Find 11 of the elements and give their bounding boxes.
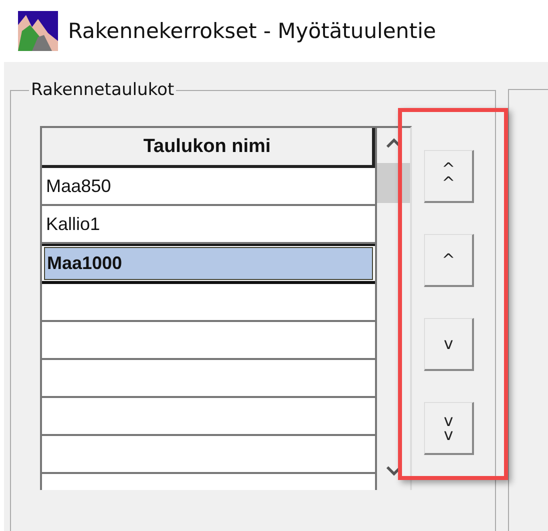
mountain-road-icon bbox=[18, 11, 58, 51]
group-title: Rakennetaulukot bbox=[30, 80, 176, 100]
move-button[interactable]: v v bbox=[424, 402, 474, 455]
move-button[interactable]: v bbox=[424, 318, 474, 371]
table-row[interactable]: Kallio1 bbox=[42, 214, 100, 234]
table-row[interactable]: Maa850 bbox=[42, 176, 112, 196]
move-button[interactable]: ^ bbox=[424, 234, 474, 287]
window-title: Rakennekerrokset - Myötätuulentie bbox=[68, 19, 436, 43]
table-row[interactable]: Maa1000 bbox=[45, 248, 372, 279]
move-button[interactable]: ^ ^ bbox=[424, 150, 474, 203]
column-header[interactable]: Taulukon nimi bbox=[42, 128, 375, 168]
